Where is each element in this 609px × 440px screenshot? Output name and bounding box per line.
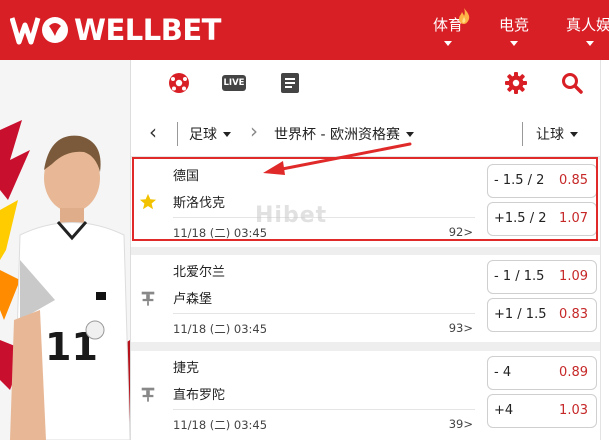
favorite-toggle[interactable] — [131, 351, 165, 437]
market-select[interactable]: 让球 — [536, 124, 578, 144]
match-time: 11/18 (二) 03:45 — [173, 418, 268, 432]
nav-live-casino-label: 真人娱 — [566, 16, 609, 34]
back-chevron-icon[interactable]: ‹ — [149, 120, 157, 144]
sport-select[interactable]: 足球 — [189, 124, 231, 144]
home-team: 北爱尔兰 — [173, 265, 226, 280]
odds-value: 1.03 — [559, 403, 588, 418]
logo-mark-icon — [10, 17, 68, 45]
separator — [131, 247, 601, 255]
odds-button-home[interactable]: - 1 / 1.5 1.09 — [487, 260, 597, 294]
divider — [173, 409, 475, 410]
away-team: 卢森堡 — [173, 292, 213, 307]
handicap: - 1 / 1.5 — [494, 269, 545, 284]
chevron-down-icon — [510, 41, 518, 46]
chevron-down-icon — [570, 131, 578, 137]
divider — [177, 122, 178, 146]
handicap: +4 — [494, 403, 514, 418]
handicap: - 4 — [494, 365, 512, 380]
odds-button-away[interactable]: +1 / 1.5 0.83 — [487, 298, 597, 332]
flame-icon — [459, 8, 470, 24]
chevron-down-icon — [444, 41, 452, 46]
sport-label: 足球 — [189, 127, 217, 143]
market-label: 让球 — [536, 127, 564, 143]
watermark: Hibet — [255, 203, 328, 228]
pin-icon — [141, 291, 155, 306]
chevron-down-icon — [223, 131, 231, 137]
annotation-arrow-icon — [263, 142, 412, 175]
settings-icon[interactable] — [505, 72, 527, 94]
live-icon[interactable]: LIVE — [222, 75, 246, 91]
document-icon[interactable] — [281, 73, 299, 93]
odds-value: 0.83 — [559, 307, 588, 322]
favorite-toggle[interactable] — [131, 255, 165, 341]
nav-esports[interactable]: 电竞 — [496, 0, 532, 60]
top-nav-bar: WELLBET 体育 电竞 真人娱 — [0, 0, 609, 60]
promo-banner-image: 11 — [0, 60, 130, 440]
player-illustration: 11 — [0, 60, 130, 440]
separator — [131, 342, 601, 351]
chevron-down-icon — [586, 41, 594, 46]
live-label: LIVE — [223, 78, 245, 88]
odds-button-away[interactable]: +4 1.03 — [487, 394, 597, 428]
odds-button-home[interactable]: - 4 0.89 — [487, 356, 597, 390]
nav-live-casino[interactable]: 真人娱 — [566, 0, 609, 60]
match-row[interactable]: 北爱尔兰 卢森堡 11/18 (二) 03:45 93> - 1 / 1.5 1… — [131, 255, 599, 341]
match-row[interactable]: 捷克 直布罗陀 11/18 (二) 03:45 39> - 4 0.89 +4 … — [131, 351, 599, 437]
home-team: 捷克 — [173, 361, 200, 376]
away-team: 直布罗陀 — [173, 388, 226, 403]
nav-esports-label: 电竞 — [498, 16, 529, 34]
chevron-down-icon — [405, 131, 414, 137]
divider — [173, 313, 475, 314]
pin-icon — [141, 387, 155, 402]
search-icon[interactable] — [561, 72, 583, 94]
more-markets-link[interactable]: 93> — [431, 321, 473, 335]
odds-value: 0.89 — [559, 365, 588, 380]
soccer-ball-icon[interactable] — [168, 72, 190, 94]
wellbet-logo[interactable]: WELLBET — [10, 12, 221, 48]
odds-value: 1.09 — [559, 269, 588, 284]
side-scroll-strip — [600, 60, 609, 440]
odds-panel: LIVE ‹ 足球 › 世界杯 - 欧洲资格赛 让球 德国 斯洛伐克 11/18… — [130, 60, 601, 440]
toolbar: LIVE — [131, 60, 601, 108]
match-time: 11/18 (二) 03:45 — [173, 322, 268, 336]
divider — [522, 122, 523, 146]
brand-name: WELLBET — [74, 13, 221, 47]
more-markets-link[interactable]: 39> — [431, 417, 473, 431]
handicap: +1 / 1.5 — [494, 307, 547, 322]
